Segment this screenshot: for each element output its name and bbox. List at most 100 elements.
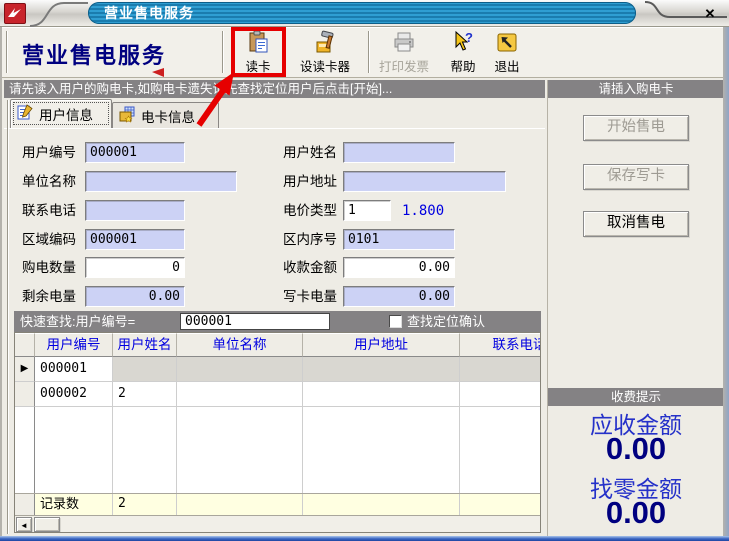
- read-card-button[interactable]: 读卡: [235, 30, 281, 76]
- write-power-label: 写卡电量: [283, 286, 337, 307]
- record-count-value: 2: [113, 494, 177, 516]
- user-name-field[interactable]: [343, 142, 455, 163]
- user-address-label: 用户地址: [283, 171, 337, 192]
- sell-control-panel: 请插入购电卡 开始售电 保存写卡 取消售电 收费提示 应收金额 0.00 找零金…: [547, 80, 723, 536]
- price-type-label: 电价类型: [283, 200, 337, 221]
- help-button[interactable]: ? 帮助: [442, 30, 484, 76]
- area-seq-label: 区内序号: [283, 229, 337, 250]
- tab-card-info-label: 电卡信息: [141, 106, 195, 126]
- cell-user-id[interactable]: 000002: [35, 382, 113, 407]
- start-sell-button: 开始售电: [583, 115, 689, 141]
- cell-phone[interactable]: [460, 382, 541, 407]
- toolbar-separator-2: [368, 31, 370, 73]
- tab-card-info[interactable]: 电卡信息: [112, 102, 219, 128]
- area-seq-field[interactable]: 0101: [343, 229, 455, 250]
- purchase-qty-field[interactable]: 0: [85, 257, 185, 278]
- read-card-label: 读卡: [245, 60, 270, 75]
- cell-user-name[interactable]: [113, 357, 177, 382]
- window-border-left: [0, 27, 2, 536]
- fee-hint-header: 收费提示: [548, 388, 724, 406]
- toolbar-app-title: 营业售电服务: [22, 38, 166, 70]
- title-bar[interactable]: 营业售电服务 ✕: [0, 0, 729, 27]
- window-title: 营业售电服务: [104, 3, 194, 23]
- window-border-right: [723, 27, 729, 536]
- locate-confirm-label: 查找定位确认: [407, 311, 485, 332]
- grid-header-user-id[interactable]: 用户编号: [35, 333, 113, 357]
- write-power-field[interactable]: 0.00: [343, 286, 455, 307]
- cell-phone[interactable]: [460, 357, 541, 382]
- user-name-label: 用户姓名: [283, 142, 337, 163]
- user-grid[interactable]: 用户编号 用户姓名 单位名称 用户地址 联系电话 ▶ 000001 000002…: [14, 332, 541, 533]
- amount-received-field[interactable]: 0.00: [343, 257, 455, 278]
- receivable-value: 0.00: [548, 431, 724, 467]
- panel-left-groove: [7, 100, 9, 534]
- read-card-icon: [246, 30, 270, 59]
- user-id-field[interactable]: 000001: [85, 142, 185, 163]
- cell-user-name[interactable]: 2: [113, 382, 177, 407]
- printer-icon: [392, 30, 416, 59]
- change-value: 0.00: [548, 495, 724, 531]
- help-label: 帮助: [450, 60, 475, 75]
- grid-header-phone[interactable]: 联系电话: [460, 333, 541, 357]
- quick-search-input[interactable]: 000001: [180, 313, 330, 330]
- price-rate-value: 1.800: [402, 203, 444, 219]
- cell-unit-name[interactable]: [177, 357, 303, 382]
- quick-search-label: 快速查找:用户编号=: [20, 311, 135, 332]
- decor-red-wedge-icon: [152, 68, 164, 77]
- cell-unit-name[interactable]: [177, 382, 303, 407]
- locate-confirm-checkbox[interactable]: [389, 315, 402, 328]
- table-row[interactable]: 000002 2: [15, 382, 541, 407]
- close-button[interactable]: ✕: [701, 5, 719, 23]
- toolbar-grip: [6, 31, 8, 73]
- scroll-left-arrow[interactable]: ◄: [16, 517, 32, 532]
- grid-footer-row: 记录数 2: [15, 493, 541, 516]
- area-code-label: 区域编码: [22, 229, 76, 250]
- grid-empty-area: [15, 407, 541, 493]
- grid-header-unit-name[interactable]: 单位名称: [177, 333, 303, 357]
- card-info-icon: [119, 106, 136, 126]
- unit-name-field[interactable]: [85, 171, 237, 192]
- tab-user-info[interactable]: 用户信息: [10, 99, 112, 128]
- unit-name-label: 单位名称: [22, 171, 76, 192]
- set-reader-label: 设读卡器: [300, 60, 350, 75]
- user-address-field[interactable]: [343, 171, 506, 192]
- remaining-power-label: 剩余电量: [22, 286, 76, 307]
- price-type-field[interactable]: 1: [343, 200, 391, 221]
- user-info-icon: [17, 104, 34, 124]
- print-invoice-button: 打印发票: [372, 30, 436, 76]
- window-border-bottom: [0, 536, 729, 541]
- app-window: 营业售电服务 ✕ 营业售电服务 读卡 设读卡器: [0, 0, 729, 541]
- help-icon: ?: [451, 30, 475, 59]
- card-reader-settings-icon: [313, 30, 337, 59]
- phone-field[interactable]: [85, 200, 185, 221]
- cell-user-address[interactable]: [303, 357, 460, 382]
- horizontal-scrollbar[interactable]: ◄: [15, 515, 540, 532]
- scrollbar-thumb[interactable]: [34, 517, 60, 532]
- phone-label: 联系电话: [22, 200, 76, 221]
- save-write-card-button: 保存写卡: [583, 164, 689, 190]
- exit-button[interactable]: 退出: [486, 30, 528, 76]
- table-row[interactable]: ▶ 000001: [15, 357, 541, 382]
- quick-search-bar: 快速查找:用户编号= 000001 查找定位确认: [14, 311, 541, 332]
- grid-header-selector: [15, 333, 35, 357]
- cell-user-address[interactable]: [303, 382, 460, 407]
- status-message-bar: 请先读入用户的购电卡,如购电卡遗失请先查找定位用户后点击[开始]...: [4, 80, 545, 98]
- amount-received-label: 收款金额: [283, 257, 337, 278]
- exit-icon: [495, 30, 519, 59]
- grid-header-user-address[interactable]: 用户地址: [303, 333, 460, 357]
- toolbar-separator-1: [222, 31, 224, 73]
- remaining-power-field[interactable]: 0.00: [85, 286, 185, 307]
- exit-label: 退出: [494, 60, 519, 75]
- set-reader-button[interactable]: 设读卡器: [290, 30, 360, 76]
- svg-text:?: ?: [465, 30, 473, 45]
- purchase-qty-label: 购电数量: [22, 257, 76, 278]
- grid-header-user-name[interactable]: 用户姓名: [113, 333, 177, 357]
- cancel-sell-button[interactable]: 取消售电: [583, 211, 689, 237]
- grid-header-row: 用户编号 用户姓名 单位名称 用户地址 联系电话: [15, 333, 541, 357]
- tab-user-info-label: 用户信息: [39, 104, 93, 124]
- record-count-label: 记录数: [35, 494, 113, 516]
- user-id-label: 用户编号: [22, 142, 76, 163]
- area-code-field[interactable]: 000001: [85, 229, 185, 250]
- insert-card-prompt: 请插入购电卡: [548, 80, 724, 98]
- cell-user-id[interactable]: 000001: [35, 357, 113, 382]
